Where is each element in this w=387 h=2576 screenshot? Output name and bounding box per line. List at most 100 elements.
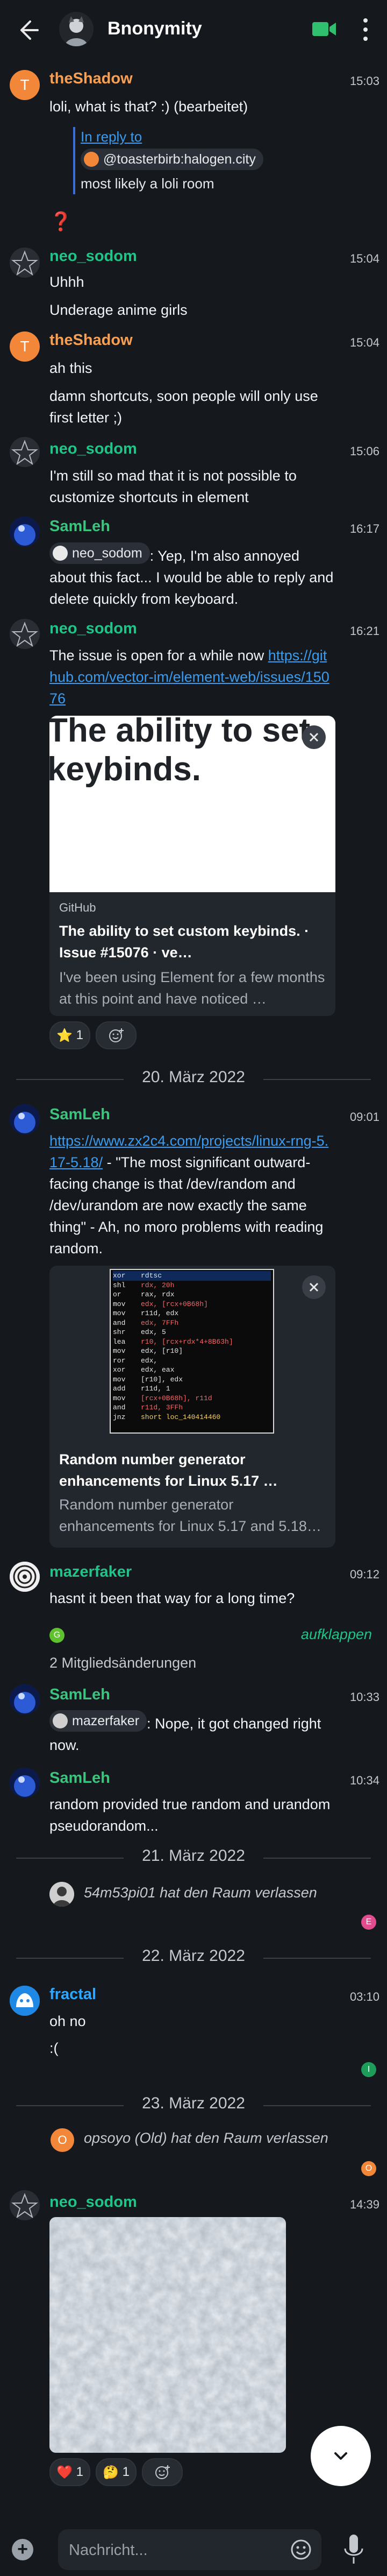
timestamp: 03:10: [349, 1990, 379, 2003]
preview-site: GitHub: [59, 901, 96, 914]
add-reaction-icon: [155, 2465, 170, 2479]
sender-name[interactable]: neo_sodom: [49, 620, 137, 638]
user-pill[interactable]: @toasterbirb:halogen.city: [81, 149, 263, 170]
timestamp: 09:01: [349, 1110, 379, 1124]
avatar[interactable]: [10, 619, 40, 649]
microphone-icon[interactable]: [343, 2533, 364, 2566]
message-body: hasnt it been that way for a long time?: [49, 1590, 295, 1606]
reply-quote[interactable]: In reply to @toasterbirb:halogen.city mo…: [73, 127, 317, 194]
avatar: O: [51, 2128, 74, 2152]
reaction-star[interactable]: ⭐ 1: [49, 1021, 90, 1049]
composer: +: [0, 2518, 387, 2576]
sender-name[interactable]: SamLeh: [49, 1106, 110, 1124]
message-body: neo_sodom: Yep, I'm also annoyed about t…: [49, 542, 334, 610]
message-body: loli, what is that? :) (bearbeitet): [49, 98, 248, 115]
timestamp: 15:04: [349, 252, 379, 265]
message-body: damn shortcuts, soon people will only us…: [49, 388, 318, 426]
room-title[interactable]: Bnonymity: [108, 18, 202, 39]
message-body: :(: [49, 2040, 59, 2056]
sender-name[interactable]: neo_sodom: [49, 2193, 137, 2211]
room-header: Bnonymity: [0, 0, 387, 59]
image-attachment[interactable]: [49, 2217, 286, 2453]
add-reaction-button[interactable]: [96, 1021, 137, 1049]
member-changes: 2 Mitgliedsänderungen: [49, 1655, 197, 1671]
timestamp: 16:17: [349, 522, 379, 535]
avatar-initial: T: [20, 338, 30, 355]
disasm-line: ror edx,: [113, 1356, 162, 1365]
disassembly-screenshot: xor rdtsc shl rdx, 20h or rax, rdx mov edx, [rc…: [110, 1269, 274, 1434]
reaction-heart[interactable]: ❤️ 1: [49, 2458, 90, 2486]
timestamp: 15:06: [349, 444, 379, 458]
more-options-icon[interactable]: [360, 16, 371, 43]
message-body: I'm still so mad that it is not possible…: [49, 468, 297, 505]
avatar[interactable]: [10, 1986, 40, 2016]
preview-description: Random number generator enhancements for…: [59, 1497, 321, 1534]
avatar[interactable]: [10, 1562, 40, 1592]
avatar[interactable]: T: [10, 70, 40, 100]
avatar[interactable]: [10, 248, 40, 278]
read-receipt: O: [361, 2161, 376, 2176]
close-preview-button[interactable]: [302, 1275, 326, 1299]
back-arrow-icon[interactable]: [16, 18, 40, 42]
preview-image: xor rdtsc shl rdx, 20h or rax, rdx mov edx, [rc…: [49, 1266, 335, 1440]
avatar-initial: T: [20, 76, 30, 93]
in-reply-to-link[interactable]: In reply to: [81, 127, 317, 146]
preview-title: Random number generator enhancements for…: [59, 1451, 278, 1489]
link-preview-card[interactable]: The ability to set keybinds. GitHub The …: [49, 716, 335, 1016]
sender-name[interactable]: theShadow: [49, 331, 133, 349]
user-pill[interactable]: mazerfaker: [49, 1710, 147, 1732]
sender-name[interactable]: neo_sodom: [49, 248, 137, 265]
link-preview-card[interactable]: xor rdtsc shl rdx, 20h or rax, rdx mov edx, [rc…: [49, 1266, 335, 1548]
avatar[interactable]: [10, 1684, 40, 1714]
date-separator: 23. März 2022: [0, 2094, 387, 2116]
emoji-icon[interactable]: [290, 2539, 312, 2560]
close-icon: [309, 732, 319, 742]
message-body: ah this: [49, 360, 92, 376]
avatar[interactable]: [10, 2190, 40, 2220]
timestamp: 09:12: [349, 1568, 379, 1581]
disasm-line: or rax, rdx: [113, 1290, 175, 1298]
add-attachment-button[interactable]: +: [12, 2539, 33, 2560]
sender-name[interactable]: fractal: [49, 1986, 96, 2003]
avatar[interactable]: [10, 517, 40, 547]
user-pill[interactable]: neo_sodom: [49, 542, 150, 564]
avatar[interactable]: [10, 1104, 40, 1134]
scroll-to-bottom-button[interactable]: [311, 2426, 371, 2486]
disasm-line: xor edx, eax: [113, 1366, 175, 1374]
message-body: mazerfaker: Nope, it got changed right n…: [49, 1710, 334, 1756]
sender-name[interactable]: neo_sodom: [49, 440, 137, 458]
sender-name[interactable]: SamLeh: [49, 1769, 110, 1787]
message-body: oh no: [49, 2013, 86, 2029]
expand-link[interactable]: aufklappen: [301, 1626, 372, 1643]
preview-description: I've been using Element for a few months…: [59, 969, 325, 1007]
disasm-line: mov [rcx+0B68h], r11d: [113, 1394, 212, 1402]
room-avatar[interactable]: [59, 12, 94, 46]
timestamp: 10:34: [349, 1774, 379, 1787]
avatar[interactable]: T: [10, 331, 40, 362]
pill-avatar: [53, 546, 68, 561]
add-reaction-button[interactable]: [142, 2458, 183, 2486]
timestamp: 15:04: [349, 336, 379, 349]
preview-image: The ability to set keybinds.: [49, 716, 335, 892]
pill-avatar: [84, 152, 99, 167]
reaction-thinking[interactable]: 🤔 1: [96, 2458, 137, 2486]
disasm-line: and r11d, 3FFh: [113, 1403, 183, 1411]
message-body: The issue is open for a while now https:…: [49, 647, 329, 707]
timestamp: 16:21: [349, 624, 379, 638]
close-icon: [309, 1282, 319, 1292]
disasm-line: mov edx, [rcx+0B68h]: [113, 1300, 208, 1308]
message-input[interactable]: [68, 2537, 285, 2564]
message-field[interactable]: [58, 2529, 321, 2570]
disasm-line: xor rdtsc: [113, 1271, 271, 1281]
close-preview-button[interactable]: [302, 725, 326, 749]
sender-name[interactable]: SamLeh: [49, 518, 110, 535]
avatar[interactable]: [10, 1768, 40, 1798]
sender-name[interactable]: theShadow: [49, 70, 133, 88]
disasm-line: and edx, 7FFh: [113, 1318, 179, 1327]
system-event: 54m53pi01 hat den Raum verlassen: [84, 1885, 317, 1901]
date-separator: 22. März 2022: [0, 1947, 387, 1968]
video-call-icon[interactable]: [312, 20, 336, 38]
sender-name[interactable]: SamLeh: [49, 1686, 110, 1704]
sender-name[interactable]: mazerfaker: [49, 1563, 132, 1581]
avatar[interactable]: [10, 437, 40, 467]
